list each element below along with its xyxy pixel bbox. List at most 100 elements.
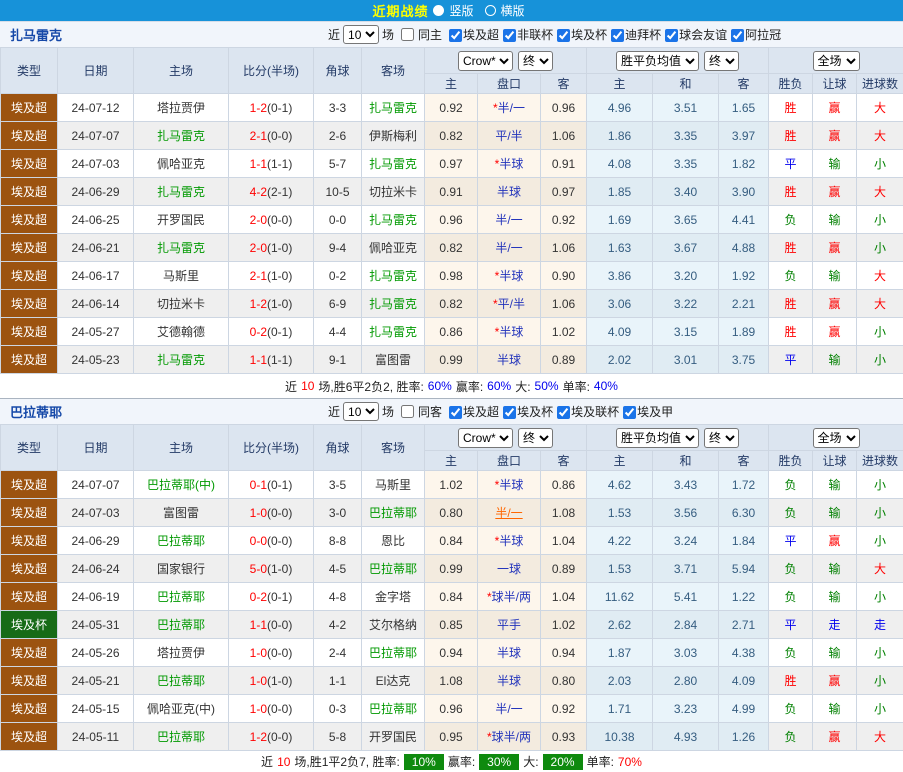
- vertical-layout-label[interactable]: 竖版: [449, 2, 473, 19]
- league-checkbox[interactable]: [731, 29, 744, 42]
- col-avg-home: 主: [587, 451, 653, 471]
- league-checkbox[interactable]: [449, 406, 462, 419]
- away-team: 巴拉蒂耶: [362, 555, 425, 583]
- games-label: 场: [382, 26, 394, 43]
- league-checkbox[interactable]: [449, 29, 462, 42]
- summary-zamalek: 近10场,胜6平2负2, 胜率:60% 赢率:60% 大:50% 单率:40%: [0, 374, 903, 398]
- league-checkbox[interactable]: [611, 29, 624, 42]
- handicap-outcome: 赢: [813, 122, 857, 150]
- league-checkbox[interactable]: [503, 29, 516, 42]
- league-filter[interactable]: 埃及联杯: [553, 403, 619, 420]
- league-filter[interactable]: 阿拉冠: [727, 26, 781, 43]
- same-venue-checkbox[interactable]: [401, 28, 414, 41]
- away-team: 富图雷: [362, 346, 425, 374]
- date-cell: 24-05-15: [58, 695, 134, 723]
- col-goals: 进球数: [857, 451, 903, 471]
- away-team: 扎马雷克: [362, 290, 425, 318]
- league-filter[interactable]: 非联杯: [499, 26, 553, 43]
- corner-cell: 4-5: [314, 555, 362, 583]
- home-odds: 0.98: [425, 262, 478, 290]
- league-checkbox[interactable]: [503, 406, 516, 419]
- away-team: 扎马雷克: [362, 262, 425, 290]
- score-cell: 2-0(0-0): [229, 206, 314, 234]
- same-venue-checkbox[interactable]: [401, 405, 414, 418]
- date-cell: 24-07-12: [58, 94, 134, 122]
- league-cell: 埃及超: [1, 583, 58, 611]
- away-team: 扎马雷克: [362, 94, 425, 122]
- home-odds: 0.84: [425, 583, 478, 611]
- handicap-outcome: 赢: [813, 234, 857, 262]
- away-odds: 0.89: [541, 346, 587, 374]
- avg-home: 2.03: [587, 667, 653, 695]
- league-filter[interactable]: 迪拜杯: [607, 26, 661, 43]
- filter-controls: 近 10 场 同主 埃及超非联杯埃及杯迪拜杯球会友谊阿拉冠: [328, 25, 781, 44]
- col-odds-away: 客: [541, 451, 587, 471]
- league-filter[interactable]: 球会友谊: [661, 26, 727, 43]
- big-rate-label: 大:: [523, 753, 538, 770]
- home-odds: 0.80: [425, 499, 478, 527]
- league-checkbox[interactable]: [623, 406, 636, 419]
- avg-draw: 3.24: [653, 527, 719, 555]
- date-cell: 24-05-23: [58, 346, 134, 374]
- league-checkbox[interactable]: [557, 29, 570, 42]
- summary-record: 场,胜6平2负2, 胜率:: [318, 378, 423, 395]
- away-odds: 0.91: [541, 150, 587, 178]
- handicap-cell: *半球: [478, 150, 541, 178]
- league-checkbox[interactable]: [557, 406, 570, 419]
- horizontal-layout-label[interactable]: 横版: [501, 2, 525, 19]
- league-filter[interactable]: 埃及杯: [553, 26, 607, 43]
- league-cell: 埃及超: [1, 695, 58, 723]
- odds-company-select[interactable]: Crow*: [458, 428, 513, 448]
- odds-company-select[interactable]: Crow*: [458, 51, 513, 71]
- col-handicap: 盘口: [478, 74, 541, 94]
- col-avg-away: 客: [719, 451, 769, 471]
- scope-select[interactable]: 全场: [813, 51, 860, 71]
- big-rate: 50%: [535, 379, 559, 393]
- avg-draw: 3.56: [653, 499, 719, 527]
- avg-final-select[interactable]: 终: [704, 428, 739, 448]
- result-outcome: 胜: [769, 234, 813, 262]
- home-team: 扎马雷克: [134, 122, 229, 150]
- goals-outcome: 大: [857, 94, 903, 122]
- match-count-select[interactable]: 10: [343, 25, 379, 44]
- avg-odds-select[interactable]: 胜平负均值: [616, 51, 699, 71]
- league-filter[interactable]: 埃及杯: [499, 403, 553, 420]
- avg-draw: 4.93: [653, 723, 719, 751]
- home-team: 巴拉蒂耶: [134, 527, 229, 555]
- handicap-outcome: 输: [813, 150, 857, 178]
- col-home: 主场: [134, 48, 229, 94]
- home-team: 佩哈亚克(中): [134, 695, 229, 723]
- odds-final-select[interactable]: 终: [518, 51, 553, 71]
- odds-final-select[interactable]: 终: [518, 428, 553, 448]
- away-odds: 0.89: [541, 555, 587, 583]
- avg-away: 3.75: [719, 346, 769, 374]
- league-checkbox[interactable]: [665, 29, 678, 42]
- result-outcome: 胜: [769, 178, 813, 206]
- away-odds: 1.02: [541, 611, 587, 639]
- away-odds: 0.96: [541, 94, 587, 122]
- avg-draw: 5.41: [653, 583, 719, 611]
- match-row: 埃及杯 24-05-31 巴拉蒂耶 1-1(0-0) 4-2 艾尔格纳 0.85…: [1, 611, 903, 639]
- away-odds: 1.06: [541, 234, 587, 262]
- home-odds: 1.08: [425, 667, 478, 695]
- home-team: 扎马雷克: [134, 178, 229, 206]
- handicap-outcome: 输: [813, 346, 857, 374]
- avg-draw: 3.71: [653, 555, 719, 583]
- match-count-select[interactable]: 10: [343, 402, 379, 421]
- goals-outcome: 大: [857, 555, 903, 583]
- date-cell: 24-06-29: [58, 178, 134, 206]
- scope-select[interactable]: 全场: [813, 428, 860, 448]
- avg-final-select[interactable]: 终: [704, 51, 739, 71]
- vertical-layout-radio[interactable]: [433, 5, 444, 16]
- league-filter[interactable]: 埃及甲: [619, 403, 673, 420]
- league-cell: 埃及超: [1, 122, 58, 150]
- league-filter[interactable]: 埃及超: [445, 403, 499, 420]
- asian-rate-label: 赢率:: [456, 378, 483, 395]
- home-team: 佩哈亚克: [134, 150, 229, 178]
- avg-away: 3.90: [719, 178, 769, 206]
- avg-odds-select[interactable]: 胜平负均值: [616, 428, 699, 448]
- horizontal-layout-radio[interactable]: [485, 5, 496, 16]
- league-filter[interactable]: 埃及超: [445, 26, 499, 43]
- home-team: 开罗国民: [134, 206, 229, 234]
- avg-draw: 3.01: [653, 346, 719, 374]
